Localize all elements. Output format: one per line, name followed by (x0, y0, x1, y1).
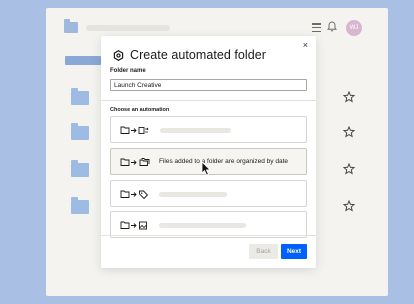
create-automated-folder-dialog: × Create automated folder Folder name Ch… (101, 36, 316, 268)
folder-icon (71, 88, 89, 105)
folder-to-image-icons (120, 221, 147, 230)
option-placeholder (160, 128, 231, 133)
automation-option-tag[interactable] (110, 180, 307, 207)
star-icon[interactable] (343, 163, 355, 175)
avatar[interactable]: WJ (346, 20, 362, 36)
star-icon[interactable] (343, 126, 355, 138)
star-icon[interactable] (343, 200, 355, 212)
folder-icon (71, 197, 89, 214)
folder-to-convert-icons (120, 126, 149, 134)
back-button[interactable]: Back (249, 244, 278, 259)
automation-option-convert[interactable] (110, 116, 307, 143)
close-icon[interactable]: × (303, 40, 308, 50)
mouse-cursor-icon (201, 161, 211, 176)
bell-icon[interactable] (327, 21, 337, 32)
option-description: Files added to a folder are organized by… (159, 158, 289, 165)
option-placeholder (159, 192, 227, 197)
divider (101, 100, 316, 101)
folder-icon (71, 160, 89, 177)
upload-button[interactable] (65, 56, 101, 65)
folder-to-tag-icons (120, 190, 149, 199)
divider (101, 235, 316, 236)
next-button[interactable]: Next (281, 244, 307, 259)
folder-icon (71, 123, 89, 140)
automation-option-image[interactable] (110, 211, 307, 238)
choose-automation-label: Choose an automation (110, 107, 170, 113)
folder-name-input[interactable] (110, 79, 307, 91)
folder-icon (64, 19, 78, 33)
option-placeholder (159, 223, 246, 228)
gear-icon (113, 49, 124, 61)
dialog-title: Create automated folder (130, 48, 266, 62)
hamburger-menu-icon[interactable] (312, 23, 321, 33)
star-icon[interactable] (343, 91, 355, 103)
dialog-header: Create automated folder (113, 48, 266, 62)
folder-to-folders-icons (120, 158, 150, 166)
title-placeholder (86, 25, 170, 31)
folder-name-label: Folder name (110, 68, 146, 74)
